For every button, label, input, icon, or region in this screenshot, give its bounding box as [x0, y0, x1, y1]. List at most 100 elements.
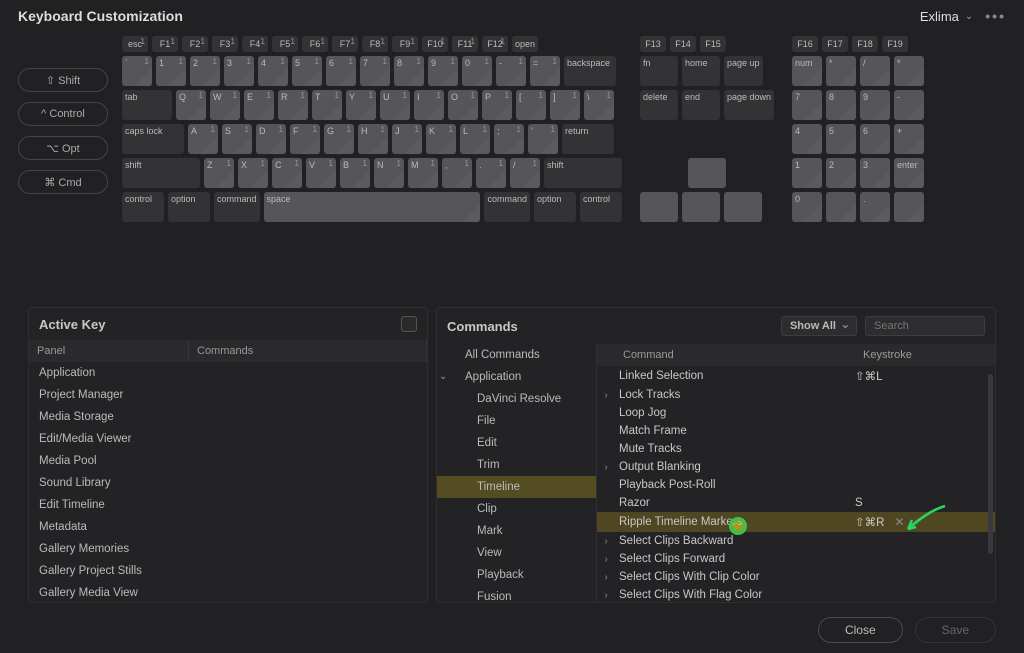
- key-f17[interactable]: F17: [822, 36, 848, 52]
- expand-icon[interactable]: ›: [597, 572, 615, 583]
- panel-row[interactable]: Media Storage: [29, 406, 427, 428]
- tree-item[interactable]: Timeline: [437, 476, 596, 498]
- key-option[interactable]: option: [534, 192, 576, 222]
- panel-row[interactable]: Edit/Media Viewer: [29, 428, 427, 450]
- key-f14[interactable]: F14: [670, 36, 696, 52]
- key-pagedown[interactable]: page down: [724, 90, 774, 120]
- key-[interactable]: .1: [476, 158, 506, 188]
- tree-item[interactable]: DaVinci Resolve: [437, 388, 596, 410]
- key-s[interactable]: S1: [222, 124, 252, 154]
- clear-keystroke-icon[interactable]: ✕: [890, 515, 908, 529]
- key-w[interactable]: W1: [210, 90, 240, 120]
- key-5[interactable]: 51: [292, 56, 322, 86]
- key-n[interactable]: N1: [374, 158, 404, 188]
- key-b[interactable]: B1: [340, 158, 370, 188]
- panel-row[interactable]: Edit Timeline: [29, 494, 427, 516]
- tree-item[interactable]: File: [437, 410, 596, 432]
- key-c[interactable]: C1: [272, 158, 302, 188]
- key-p[interactable]: P1: [482, 90, 512, 120]
- key-f10[interactable]: F101: [422, 36, 448, 52]
- key-1[interactable]: 1: [792, 158, 822, 188]
- key-q[interactable]: Q1: [176, 90, 206, 120]
- command-row[interactable]: › Select Clips With Clip Color: [597, 568, 995, 586]
- key-f3[interactable]: F31: [212, 36, 238, 52]
- key-4[interactable]: 4: [792, 124, 822, 154]
- key-fn[interactable]: fn: [640, 56, 678, 86]
- tree-item[interactable]: Clip: [437, 498, 596, 520]
- key-k[interactable]: K1: [426, 124, 456, 154]
- key-d[interactable]: D1: [256, 124, 286, 154]
- expand-icon[interactable]: ›: [597, 536, 615, 547]
- key-3[interactable]: 3: [860, 158, 890, 188]
- key-[interactable]: *: [826, 56, 856, 86]
- panel-row[interactable]: Gallery Project Stills: [29, 560, 427, 582]
- panel-row[interactable]: Sound Library: [29, 472, 427, 494]
- show-all-dropdown[interactable]: Show All: [781, 316, 857, 336]
- key-f1[interactable]: F11: [152, 36, 178, 52]
- key-[interactable]: +: [894, 124, 924, 154]
- key-[interactable]: *: [894, 56, 924, 86]
- expand-icon[interactable]: ›: [597, 462, 615, 473]
- key-7[interactable]: 71: [360, 56, 390, 86]
- shift-modifier-button[interactable]: ⇧ Shift: [18, 68, 108, 92]
- key-9[interactable]: 9: [860, 90, 890, 120]
- key-control[interactable]: control: [122, 192, 164, 222]
- key-8[interactable]: 8: [826, 90, 856, 120]
- key-open[interactable]: open: [512, 36, 538, 52]
- key-[interactable]: `1: [122, 56, 152, 86]
- key-f15[interactable]: F15: [700, 36, 726, 52]
- command-row[interactable]: › Output Blanking: [597, 458, 995, 476]
- tree-item[interactable]: All Commands: [437, 344, 596, 366]
- panel-row[interactable]: Gallery Memories: [29, 538, 427, 560]
- command-row[interactable]: Razor S: [597, 494, 995, 512]
- tree-item[interactable]: ⌄Application: [437, 366, 596, 388]
- key-num[interactable]: num: [792, 56, 822, 86]
- preset-dropdown[interactable]: Exlima ⌄: [920, 9, 973, 24]
- key-[interactable]: -1: [496, 56, 526, 86]
- panel-row[interactable]: Media Pool: [29, 450, 427, 472]
- key-f12[interactable]: F121: [482, 36, 508, 52]
- command-row[interactable]: › Lock Tracks: [597, 386, 995, 404]
- close-button[interactable]: Close: [818, 617, 903, 643]
- key-esc[interactable]: esc1: [122, 36, 148, 52]
- panel-row[interactable]: Application: [29, 362, 427, 384]
- key-f19[interactable]: F19: [882, 36, 908, 52]
- expand-icon[interactable]: ›: [597, 554, 615, 565]
- key-option[interactable]: option: [168, 192, 210, 222]
- command-row[interactable]: Linked Selection ⇧⌘L: [597, 366, 995, 386]
- key-command[interactable]: command: [484, 192, 530, 222]
- control-modifier-button[interactable]: ^ Control: [18, 102, 108, 126]
- panel-row[interactable]: Metadata: [29, 516, 427, 538]
- key-y[interactable]: Y1: [346, 90, 376, 120]
- command-row[interactable]: Match Frame: [597, 422, 995, 440]
- key-[interactable]: ;1: [494, 124, 524, 154]
- key-f18[interactable]: F18: [852, 36, 878, 52]
- key-[interactable]: ]1: [550, 90, 580, 120]
- key-0[interactable]: 0: [792, 192, 822, 222]
- key-space[interactable]: space: [264, 192, 481, 222]
- key-x[interactable]: X1: [238, 158, 268, 188]
- key-i[interactable]: I1: [414, 90, 444, 120]
- key-v[interactable]: V1: [306, 158, 336, 188]
- key-blank[interactable]: [724, 192, 762, 222]
- key-5[interactable]: 5: [826, 124, 856, 154]
- command-row[interactable]: › Select Clips With Flag Color: [597, 586, 995, 602]
- key-backspace[interactable]: backspace: [564, 56, 616, 86]
- key-j[interactable]: J1: [392, 124, 422, 154]
- command-row[interactable]: › Select Clips Forward: [597, 550, 995, 568]
- key-u[interactable]: U1: [380, 90, 410, 120]
- command-row[interactable]: Mute Tracks: [597, 440, 995, 458]
- key-4[interactable]: 41: [258, 56, 288, 86]
- key-[interactable]: -: [894, 90, 924, 120]
- key-control[interactable]: control: [580, 192, 622, 222]
- key-[interactable]: .: [860, 192, 890, 222]
- key-shift[interactable]: shift: [544, 158, 622, 188]
- key-tab[interactable]: tab: [122, 90, 172, 120]
- key-blank[interactable]: [640, 192, 678, 222]
- key-t[interactable]: T1: [312, 90, 342, 120]
- key-e[interactable]: E1: [244, 90, 274, 120]
- key-f4[interactable]: F41: [242, 36, 268, 52]
- tree-item[interactable]: Trim: [437, 454, 596, 476]
- tree-item[interactable]: View: [437, 542, 596, 564]
- key-3[interactable]: 31: [224, 56, 254, 86]
